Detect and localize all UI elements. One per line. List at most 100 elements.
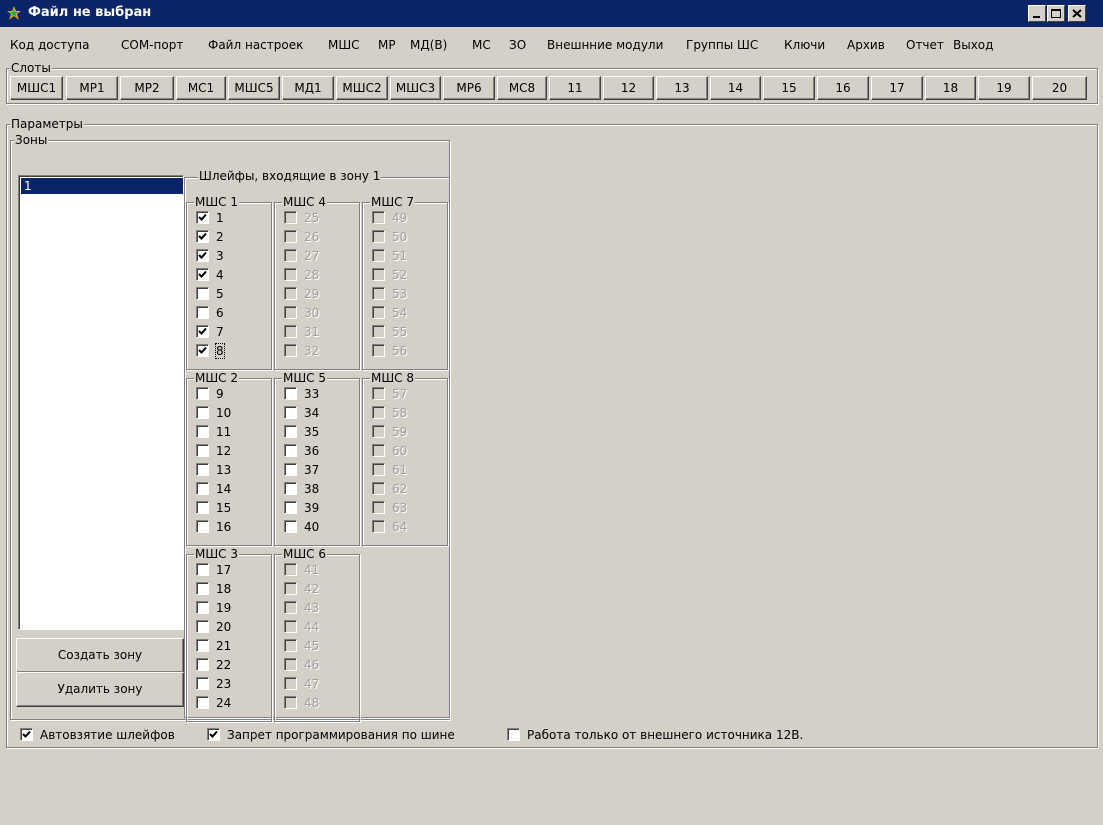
slot-button[interactable]: МШС3 <box>390 76 441 100</box>
checkbox-label: 40 <box>304 520 320 534</box>
checkbox[interactable] <box>196 696 209 709</box>
checkbox[interactable] <box>196 387 209 400</box>
menu-ms[interactable]: МС <box>472 38 491 52</box>
checkbox[interactable] <box>284 444 297 457</box>
menu-com-port[interactable]: COM-порт <box>121 38 183 52</box>
menu-settings-file[interactable]: Файл настроек <box>208 38 303 52</box>
menu-mshs[interactable]: МШС <box>328 38 360 52</box>
menu-access-code[interactable]: Код доступа <box>10 38 90 52</box>
checkbox[interactable] <box>196 582 209 595</box>
slot-button[interactable]: МР2 <box>120 76 174 100</box>
menu-loop-groups[interactable]: Группы ШС <box>686 38 758 52</box>
checkbox[interactable] <box>207 728 220 741</box>
zone-list-item[interactable]: 1 <box>21 178 183 194</box>
checkbox-label: 42 <box>304 582 320 596</box>
slot-button[interactable]: 15 <box>763 76 815 100</box>
close-button[interactable] <box>1068 5 1086 22</box>
checkbox[interactable] <box>196 463 209 476</box>
delete-zone-button[interactable]: Удалить зону <box>16 672 184 707</box>
slot-button[interactable]: МС8 <box>497 76 547 100</box>
checkbox[interactable] <box>196 287 209 300</box>
checkbox[interactable] <box>507 728 520 741</box>
slot-button[interactable]: 11 <box>549 76 601 100</box>
slot-button[interactable]: 18 <box>925 76 976 100</box>
slot-button[interactable]: 13 <box>656 76 708 100</box>
checkbox[interactable] <box>196 501 209 514</box>
checkbox[interactable] <box>196 639 209 652</box>
checkbox[interactable] <box>196 658 209 671</box>
checkbox[interactable] <box>196 249 209 262</box>
checkbox-label: 48 <box>304 696 320 710</box>
slot-button[interactable]: 12 <box>603 76 654 100</box>
checkbox[interactable] <box>196 520 209 533</box>
checkbox[interactable] <box>196 677 209 690</box>
menu-mr[interactable]: МР <box>378 38 396 52</box>
checkbox[interactable] <box>284 406 297 419</box>
checkbox[interactable] <box>196 482 209 495</box>
checkbox <box>372 211 385 224</box>
slot-button[interactable]: МС1 <box>176 76 226 100</box>
checkbox-label: 32 <box>304 344 320 358</box>
close-icon <box>1072 9 1082 18</box>
checkbox[interactable] <box>284 387 297 400</box>
slot-button[interactable]: 17 <box>871 76 923 100</box>
checkbox[interactable] <box>284 501 297 514</box>
slot-button[interactable]: МР6 <box>443 76 495 100</box>
checkbox[interactable] <box>284 520 297 533</box>
checkbox[interactable] <box>196 601 209 614</box>
slot-button[interactable]: МШС1 <box>10 76 63 100</box>
maximize-icon <box>1051 9 1061 18</box>
checkbox[interactable] <box>196 211 209 224</box>
slot-button[interactable]: МР1 <box>66 76 118 100</box>
window-title: Файл не выбран <box>28 5 152 20</box>
checkbox[interactable] <box>196 444 209 457</box>
checkbox-label: 43 <box>304 601 320 615</box>
checkbox-label: 27 <box>304 249 320 263</box>
checkbox[interactable] <box>284 425 297 438</box>
checkbox-label: 46 <box>304 658 320 672</box>
checkbox <box>372 501 385 514</box>
checkbox[interactable] <box>196 344 209 357</box>
checkbox[interactable] <box>196 306 209 319</box>
checkbox-label: 7 <box>216 325 224 339</box>
maximize-button[interactable] <box>1047 5 1065 22</box>
slot-button[interactable]: 20 <box>1032 76 1087 100</box>
menu-md[interactable]: МД(В) <box>410 38 447 52</box>
checkbox[interactable] <box>196 563 209 576</box>
checkbox-label: 36 <box>304 444 320 458</box>
checkbox[interactable] <box>196 325 209 338</box>
menu-exit[interactable]: Выход <box>953 38 993 52</box>
minimize-button[interactable] <box>1028 5 1046 22</box>
checkbox <box>284 601 297 614</box>
checkbox[interactable] <box>196 406 209 419</box>
slot-button[interactable]: 14 <box>710 76 761 100</box>
menu-zo[interactable]: ЗО <box>509 38 526 52</box>
slot-button[interactable]: МШС2 <box>336 76 388 100</box>
checkbox[interactable] <box>196 620 209 633</box>
check-icon <box>198 270 207 278</box>
checkbox[interactable] <box>284 482 297 495</box>
menu-external-modules[interactable]: Внешнние модули <box>547 38 663 52</box>
loop-group-label: МШС 4 <box>282 195 328 209</box>
checkbox-label: 16 <box>216 520 232 534</box>
checkbox <box>284 306 297 319</box>
checkbox <box>372 287 385 300</box>
create-zone-button[interactable]: Создать зону <box>16 638 184 673</box>
menu-archive[interactable]: Архив <box>847 38 885 52</box>
slot-button[interactable]: 16 <box>817 76 869 100</box>
checkbox[interactable] <box>20 728 33 741</box>
menu-report[interactable]: Отчет <box>906 38 944 52</box>
slot-button[interactable]: МШС5 <box>228 76 280 100</box>
menu-keys[interactable]: Ключи <box>784 38 825 52</box>
checkbox[interactable] <box>284 463 297 476</box>
checkbox[interactable] <box>196 268 209 281</box>
checkbox[interactable] <box>196 425 209 438</box>
slot-button[interactable]: МД1 <box>282 76 334 100</box>
zones-list[interactable]: 1 <box>18 175 184 630</box>
checkbox[interactable] <box>196 230 209 243</box>
checkbox <box>284 287 297 300</box>
checkbox <box>372 325 385 338</box>
checkbox <box>284 325 297 338</box>
slot-button[interactable]: 19 <box>978 76 1030 100</box>
title-bar: Файл не выбран <box>0 0 1103 27</box>
